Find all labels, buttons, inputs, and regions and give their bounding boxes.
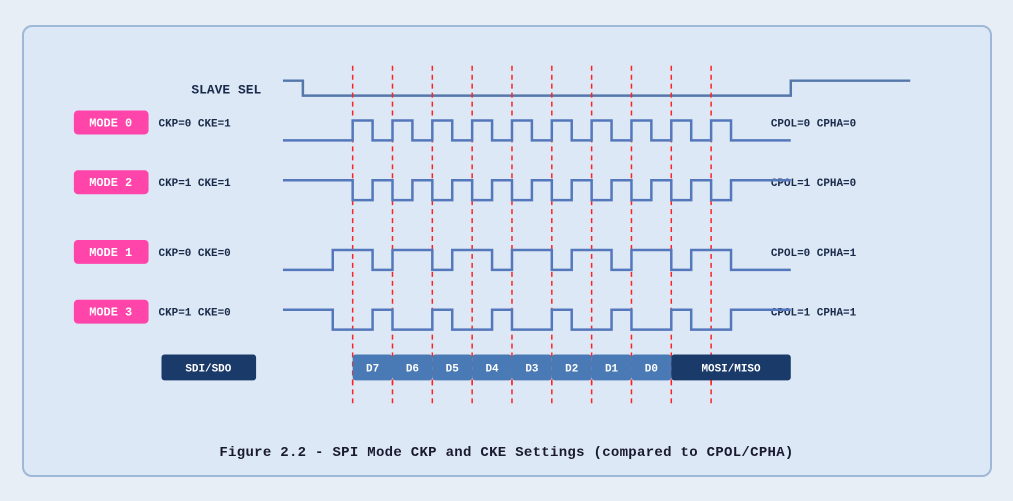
svg-text:D7: D7 [366,363,379,375]
svg-text:D6: D6 [405,363,418,375]
svg-text:SDI/SDO: SDI/SDO [185,363,231,375]
svg-text:CKP=0 CKE=1: CKP=0 CKE=1 [158,118,231,130]
svg-text:MODE 1: MODE 1 [89,245,132,259]
figure-caption: Figure 2.2 - SPI Mode CKP and CKE Settin… [44,445,970,461]
svg-text:CKP=0 CKE=0: CKP=0 CKE=0 [158,247,230,259]
svg-text:MODE 3: MODE 3 [89,305,132,319]
svg-text:MOSI/MISO: MOSI/MISO [701,363,761,375]
svg-text:D1: D1 [604,363,618,375]
svg-text:CKP=1 CKE=1: CKP=1 CKE=1 [158,178,231,190]
svg-text:CPOL=0 CPHA=0: CPOL=0 CPHA=0 [770,118,855,130]
svg-text:D2: D2 [565,363,578,375]
svg-text:MODE 0: MODE 0 [89,116,132,130]
svg-text:D4: D4 [485,363,499,375]
svg-text:D3: D3 [525,363,539,375]
diagram-area: SLAVE SEL MODE 0 CKP=0 CKE=1 CPOL=0 CPHA… [44,45,970,435]
svg-text:D0: D0 [644,363,657,375]
slave-sel-label: SLAVE SEL [191,82,261,97]
main-container: SLAVE SEL MODE 0 CKP=0 CKE=1 CPOL=0 CPHA… [22,25,992,477]
svg-text:CKP=1 CKE=0: CKP=1 CKE=0 [158,307,230,319]
svg-text:MODE 2: MODE 2 [89,176,132,190]
svg-text:D5: D5 [445,363,458,375]
svg-text:CPOL=0 CPHA=1: CPOL=0 CPHA=1 [770,247,856,259]
